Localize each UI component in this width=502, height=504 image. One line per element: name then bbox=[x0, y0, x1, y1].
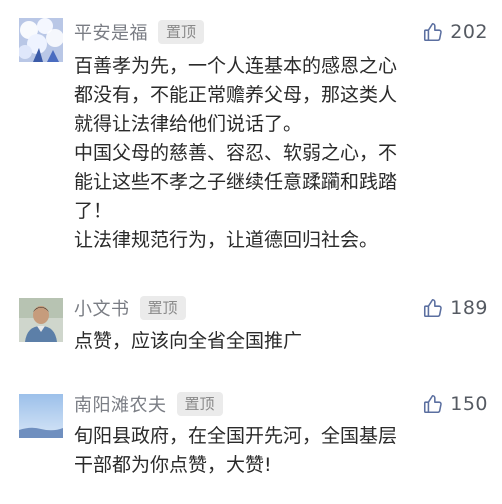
comment-item: 平安是福 置顶 202 百善孝为先，一个人连基本的感恩之心 都没有，不能正常赡养… bbox=[0, 0, 502, 290]
thumbs-up-icon bbox=[424, 394, 442, 414]
pinned-badge: 置顶 bbox=[176, 392, 223, 416]
like-count: 202 bbox=[450, 21, 488, 43]
thumbs-up-icon bbox=[424, 22, 442, 42]
like-button[interactable]: 189 bbox=[422, 294, 488, 322]
comment-header: 南阳滩农夫 置顶 bbox=[74, 390, 223, 418]
pinned-badge: 置顶 bbox=[158, 20, 205, 44]
comment-text: 百善孝为先，一个人连基本的感恩之心 都没有，不能正常赡养父母，那这类人 就得让法… bbox=[74, 55, 398, 251]
comment-item: 南阳滩农夫 置顶 150 旬阳县政府，在全国开先河，全国基层 干部都为你点赞，大… bbox=[0, 378, 502, 504]
comment-text: 点赞，应该向全省全国推广 bbox=[74, 330, 303, 352]
username[interactable]: 小文书 bbox=[74, 295, 130, 321]
like-button[interactable]: 150 bbox=[422, 390, 488, 418]
username[interactable]: 平安是福 bbox=[74, 19, 148, 45]
avatar[interactable] bbox=[19, 298, 63, 342]
comment-header: 平安是福 置顶 bbox=[74, 18, 205, 46]
comment-text: 旬阳县政府，在全国开先河，全国基层 干部都为你点赞，大赞! bbox=[74, 425, 398, 476]
avatar[interactable] bbox=[19, 394, 63, 438]
comment-header: 小文书 置顶 bbox=[74, 294, 186, 322]
avatar[interactable] bbox=[19, 18, 63, 62]
like-count: 189 bbox=[450, 297, 488, 319]
comment-item: 小文书 置顶 189 点赞，应该向全省全国推广 bbox=[0, 290, 502, 378]
like-button[interactable]: 202 bbox=[422, 18, 488, 46]
username[interactable]: 南阳滩农夫 bbox=[74, 391, 167, 417]
thumbs-up-icon bbox=[424, 298, 442, 318]
like-count: 150 bbox=[450, 393, 488, 415]
pinned-badge: 置顶 bbox=[139, 296, 186, 320]
